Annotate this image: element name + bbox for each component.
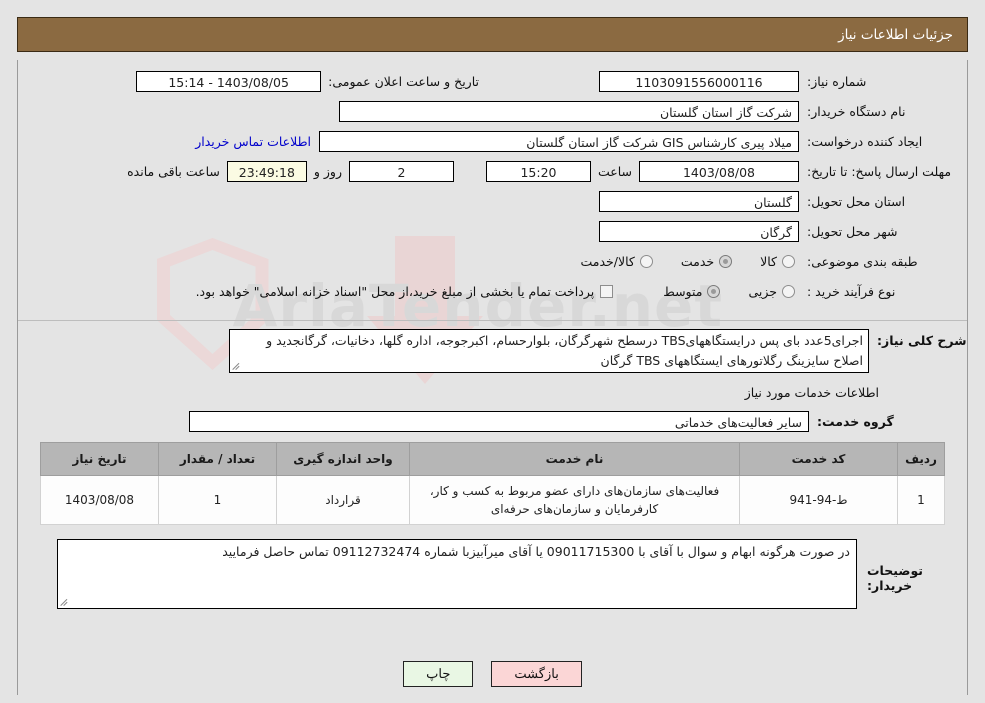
process-option-label: متوسط [663, 283, 703, 299]
th-radif: ردیف [897, 442, 945, 476]
th-unit: واحد اندازه گیری [276, 442, 410, 476]
cell-service-name: فعالیت‌های سازمان‌های دارای عضو مربوط به… [409, 475, 740, 525]
radio-circle-icon[interactable] [707, 284, 721, 298]
treasury-checkbox[interactable] [600, 284, 614, 298]
need-number-value: 1103091556000116 [599, 70, 799, 92]
buyer-notes-textarea[interactable]: در صورت هرگونه ابهام و سوال با آقای با 0… [57, 539, 857, 609]
deadline-date-value: 1403/08/08 [639, 160, 799, 182]
buyer-notes-label: توضیحات خریدار: [867, 563, 923, 593]
process-radio-motevaset[interactable]: متوسط [645, 284, 724, 299]
city-label: شهر محل تحویل: [807, 223, 898, 239]
row-description: شرح کلی نیاز: اجرای5عدد بای پس درایستگاه… [18, 329, 967, 373]
creator-label: ایجاد کننده درخواست: [807, 133, 923, 149]
page-header: جزئیات اطلاعات نیاز [17, 17, 968, 52]
process-label: نوع فرآیند خرید : [807, 283, 896, 299]
radio-circle-icon[interactable] [719, 254, 733, 268]
buyer-org-label: نام دستگاه خریدار: [807, 103, 906, 119]
service-group-label: گروه خدمت: [817, 413, 894, 429]
remaining-days-value: 2 [348, 160, 454, 182]
th-service-code: کد خدمت [739, 442, 898, 476]
th-service-name: نام خدمت [409, 442, 740, 476]
province-value: گلستان [599, 190, 799, 212]
table-row: 1 ط-94-941 فعالیت‌های سازمان‌های دارای ع… [40, 475, 945, 525]
hour-label: ساعت [597, 163, 632, 179]
page-root: جزئیات اطلاعات نیاز AriaTender.net شماره… [0, 0, 985, 703]
countdown-timer: 23:49:18 [226, 160, 307, 182]
radio-circle-icon[interactable] [639, 254, 653, 268]
need-info-panel: شماره نیاز: 1103091556000116 تاریخ و ساع… [18, 60, 967, 312]
deadline-label: مهلت ارسال پاسخ: تا تاریخ: [807, 163, 952, 179]
process-option-label: جزیی [748, 283, 777, 299]
back-button[interactable]: بازگشت [491, 661, 582, 687]
city-value: گرگان [599, 220, 799, 242]
row-buyer-notes: توضیحات خریدار: در صورت هرگونه ابهام و س… [18, 539, 967, 609]
row-deadline: مهلت ارسال پاسخ: تا تاریخ: 1403/08/08 سا… [28, 158, 957, 184]
row-province: استان محل تحویل: گلستان [28, 188, 957, 214]
buyer-org-value: شرکت گاز استان گلستان [339, 100, 799, 122]
cell-unit: قرارداد [276, 475, 410, 525]
need-number-label: شماره نیاز: [807, 73, 867, 89]
category-radio-kala-khedmat[interactable]: کالا/خدمت [562, 254, 656, 269]
th-quantity: تعداد / مقدار [158, 442, 277, 476]
services-section-title: اطلاعات خدمات مورد نیاز [744, 385, 879, 400]
table-header-row: ردیف کد خدمت نام خدمت واحد اندازه گیری ت… [40, 442, 945, 476]
th-need-date: تاریخ نیاز [40, 442, 159, 476]
days-label: روز و [313, 163, 342, 179]
province-label: استان محل تحویل: [807, 193, 906, 209]
radio-circle-icon[interactable] [782, 284, 795, 298]
cell-radif: 1 [897, 475, 945, 525]
resize-grip-icon[interactable] [232, 361, 242, 371]
buyer-contact-link[interactable]: اطلاعات تماس خریدار [187, 134, 319, 149]
row-service-group: گروه خدمت: سایر فعالیت‌های خدماتی [18, 408, 967, 434]
treasury-checkbox-label: پرداخت تمام یا بخشی از مبلغ خرید،از محل … [195, 283, 595, 299]
row-category: طبقه بندی موضوعی: کالا خدمت کالا/خدمت [28, 248, 957, 274]
row-buyer-org: نام دستگاه خریدار: شرکت گاز استان گلستان [28, 98, 957, 124]
page-title: جزئیات اطلاعات نیاز [838, 26, 953, 43]
category-radio-kala[interactable]: کالا [742, 254, 799, 269]
resize-grip-icon[interactable] [60, 597, 70, 607]
service-group-value: سایر فعالیت‌های خدماتی [189, 410, 809, 432]
section-divider [18, 320, 967, 321]
services-table-wrapper: ردیف کد خدمت نام خدمت واحد اندازه گیری ت… [40, 442, 945, 525]
action-button-bar: بازگشت چاپ [0, 661, 985, 687]
row-city: شهر محل تحویل: گرگان [28, 218, 957, 244]
cell-service-code: ط-94-941 [739, 475, 898, 525]
public-announce-label: تاریخ و ساعت اعلان عمومی: [328, 73, 479, 89]
cell-need-date: 1403/08/08 [40, 475, 159, 525]
print-button[interactable]: چاپ [403, 661, 474, 687]
public-announce-value: 1403/08/05 - 15:14 [136, 70, 322, 92]
services-table: ردیف کد خدمت نام خدمت واحد اندازه گیری ت… [40, 442, 945, 525]
process-radio-group: جزیی متوسط [639, 284, 799, 299]
main-content: شماره نیاز: 1103091556000116 تاریخ و ساع… [18, 60, 967, 609]
category-option-label: کالا [760, 253, 777, 269]
services-table-head: ردیف کد خدمت نام خدمت واحد اندازه گیری ت… [40, 442, 945, 476]
creator-value: میلاد پیری کارشناس GIS شرکت گاز استان گل… [319, 130, 799, 152]
description-label: شرح کلی نیاز: [877, 333, 967, 348]
services-table-body: 1 ط-94-941 فعالیت‌های سازمان‌های دارای ع… [40, 475, 945, 525]
category-radio-group: کالا خدمت کالا/خدمت [556, 254, 799, 269]
deadline-time-value: 15:20 [485, 160, 591, 182]
row-creator: ایجاد کننده درخواست: میلاد پیری کارشناس … [28, 128, 957, 154]
row-purchase-process: نوع فرآیند خرید : جزیی متوسط پرداخت تمام… [28, 278, 957, 304]
buyer-notes-value: در صورت هرگونه ابهام و سوال با آقای با 0… [222, 544, 850, 559]
remaining-label: ساعت باقی مانده [127, 163, 220, 179]
description-textarea[interactable]: اجرای5عدد بای پس درایستگاههایTBS درسطح ش… [229, 329, 869, 373]
description-value: اجرای5عدد بای پس درایستگاههایTBS درسطح ش… [266, 333, 863, 368]
radio-circle-icon[interactable] [782, 254, 795, 268]
process-radio-jozii[interactable]: جزیی [730, 284, 799, 299]
category-option-label: خدمت [680, 253, 715, 269]
category-radio-khedmat[interactable]: خدمت [663, 254, 736, 269]
category-option-label: کالا/خدمت [580, 253, 635, 269]
row-need-number: شماره نیاز: 1103091556000116 تاریخ و ساع… [28, 68, 957, 94]
category-label: طبقه بندی موضوعی: [807, 253, 918, 269]
cell-quantity: 1 [158, 475, 277, 525]
